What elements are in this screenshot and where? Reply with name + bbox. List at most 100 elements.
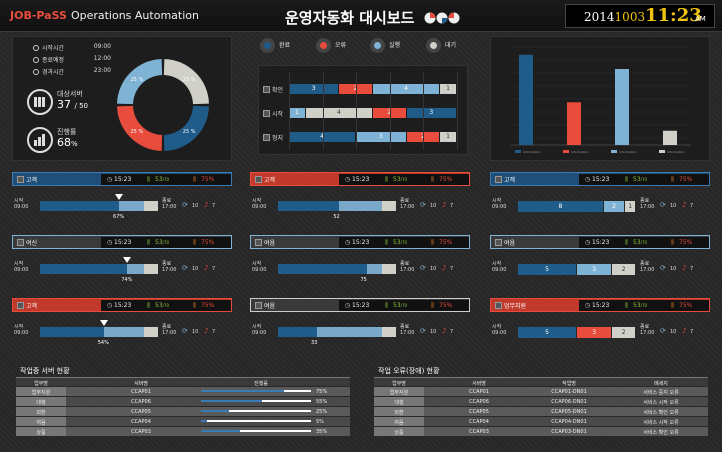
bar-chart-panel: Information Information Information Informa…: [490, 36, 710, 161]
table-row[interactable]: 상품 CCAP03 35%: [16, 427, 350, 436]
task-card[interactable]: 업무지원 ◷ 15:23 ⫼ 53/70 ⫼ 75% 시작 09:00 종료 17:00 5 3 2 ⟳ 10…: [490, 298, 710, 356]
card-percent: 75%: [679, 239, 693, 246]
card-stats: ◷ 15:23 ⫼ 53/70 ⫼ 75%: [101, 174, 231, 185]
progress-end: [381, 264, 396, 274]
progress-text: 35%: [316, 429, 328, 435]
info-row-elapsed: 경과시간 23:00: [33, 67, 111, 77]
table-row[interactable]: 외환 CCAP05 CCAP05-DN01 서비스 확인 오류: [374, 407, 708, 416]
stack-segment: 3: [289, 84, 339, 94]
progress-fill: [278, 201, 340, 211]
chart-icon: ⫼: [625, 176, 628, 183]
stack-row-name: 시작: [272, 111, 284, 118]
table-row[interactable]: 업무지원 CCAP01 CCAP01-DN01 서비스 중지 오류: [374, 387, 708, 396]
chart-icon: ⫼: [431, 176, 434, 183]
card-box-icon: [17, 239, 24, 246]
legend-icon: [426, 38, 441, 53]
column-header: 메세지: [654, 381, 668, 387]
card-box-icon: [495, 239, 502, 246]
clock-icon: ◷: [107, 302, 113, 309]
table-row[interactable]: 여음 CCAP04 CCAP04-DN01 서비스 시작 오류: [374, 417, 708, 426]
legend-item-0: 완료: [260, 38, 290, 53]
clock-icon: ◷: [345, 302, 351, 309]
table-row[interactable]: 외환 CCAP05 25%: [16, 407, 350, 416]
cell-d: 서비스 확인 오류: [643, 430, 679, 436]
progress-segment: 3: [577, 264, 612, 275]
end-time: 17:00: [640, 204, 655, 210]
row-box-icon: [263, 110, 270, 117]
ampm-label: AM: [695, 15, 706, 23]
cell-d: 서비스 확인 오류: [643, 410, 679, 416]
card-count-value: 53: [393, 176, 401, 183]
cell-task: 외환: [16, 407, 66, 416]
progress-segment: 2: [603, 201, 625, 212]
cell-task: 업무지원: [16, 387, 66, 396]
legend-label: 완료: [279, 42, 291, 49]
card-name: 여음: [504, 240, 516, 247]
card-header: 여음 ◷ 15:23 ⫼ 53/70 ⫼ 75%: [490, 235, 710, 249]
task-card[interactable]: 여신 ◷ 15:23 ⫼ 53/70 ⫼ 75% 시작 09:00 종료 17:00 74% ⟳ 10 ♪ 7: [12, 235, 232, 293]
card-name: 고객: [504, 177, 516, 184]
card-count-total: /70: [640, 303, 648, 308]
table-row[interactable]: 업무지원 CCAP01 75%: [16, 387, 350, 396]
table-header-row: 업무명 서버명 작업명 메세지: [374, 377, 708, 387]
date-display: 20141003: [584, 10, 646, 24]
table-row[interactable]: 상품 CCAP03 CCAP03-DN01 서비스 확인 오류: [374, 427, 708, 436]
grid-line: [356, 72, 358, 150]
running-servers-section: 작업중 서버 현황 업무명 서버명 진행률 업무지원 CCAP01 75% 대행 CCAP06…: [12, 364, 352, 448]
card-stats: ◷ 15:23 ⫼ 53/70 ⫼ 75%: [579, 174, 709, 185]
table-row[interactable]: 대행 CCAP06 55%: [16, 397, 350, 406]
chart-icon: ⫼: [385, 176, 388, 183]
task-card[interactable]: 고객 ◷ 15:23 ⫼ 53/70 ⫼ 75% 시작 09:00 종료 17:00 8 2 1 ⟳ 10 ♪ 7: [490, 172, 710, 230]
cell-server: CCAP05: [131, 409, 151, 415]
legend-swatch: [515, 150, 521, 153]
end-time: 17:00: [400, 204, 415, 210]
card-title: 고객: [17, 175, 37, 184]
clock-icon: ◷: [345, 176, 351, 183]
card-name: 여음: [264, 240, 276, 247]
card-count-value: 53: [393, 302, 401, 309]
column-header: 작업명: [562, 381, 576, 387]
cell-b: CCAP03: [469, 429, 489, 435]
chart-icon: ⫼: [431, 239, 434, 246]
table-row[interactable]: 대행 CCAP06 CCAP06-DN01 서비스 시작 오류: [374, 397, 708, 406]
progress-segment: 1: [625, 201, 635, 212]
task-card[interactable]: 고객 ◷ 15:23 ⫼ 53/70 ⫼ 75% 시작 09:00 종료 17:00 52 ⟳ 10 ♪ 7: [250, 172, 470, 230]
legend-item-3: 대기: [426, 38, 456, 53]
card-percent: 75%: [439, 176, 453, 183]
error-section: 작업 오류(장애) 현황 업무명 서버명 작업명 메세지 업무지원 CCAP01 CCAP0…: [370, 364, 710, 448]
card-name: 고객: [26, 177, 38, 184]
card-header: 고객 ◷ 15:23 ⫼ 53/70 ⫼ 75%: [12, 298, 232, 312]
bell-icon: ♪: [682, 264, 687, 272]
progress-text: 55%: [316, 399, 328, 405]
card-b-value: 7: [450, 266, 454, 272]
clock-icon: ◷: [345, 239, 351, 246]
bell-icon: ♪: [204, 327, 209, 335]
card-header: 여음 ◷ 15:23 ⫼ 53/70 ⫼ 75%: [250, 298, 470, 312]
card-count-total: /70: [162, 177, 170, 182]
card-title: 업무지원: [495, 301, 526, 310]
refresh-icon: ⟳: [420, 327, 426, 335]
card-percent: 75%: [679, 176, 693, 183]
chart-icon: ⫼: [147, 176, 150, 183]
bell-icon: ♪: [442, 264, 447, 272]
card-a-value: 10: [192, 329, 199, 335]
table-row[interactable]: 여음 CCAP04 5%: [16, 417, 350, 426]
task-card[interactable]: 고객 ◷ 15:23 ⫼ 53/70 ⫼ 75% 시작 09:00 종료 17:00 54% ⟳ 10 ♪ 7: [12, 298, 232, 356]
bell-icon: ♪: [682, 201, 687, 209]
task-card[interactable]: 여음 ◷ 15:23 ⫼ 53/70 ⫼ 75% 시작 09:00 종료 17:00 75 ⟳ 10 ♪ 7: [250, 235, 470, 293]
cell-b: CCAP01: [469, 389, 489, 395]
start-time: 09:00: [14, 330, 29, 336]
card-b-value: 7: [450, 203, 454, 209]
chart-icon: ⫼: [671, 302, 674, 309]
task-card[interactable]: 여음 ◷ 15:23 ⫼ 53/70 ⫼ 75% 시작 09:00 종료 17:00 5 3 2 ⟳ 10 ♪ 7: [490, 235, 710, 293]
column-header: 진행률: [254, 381, 268, 387]
cell-server: CCAP06: [131, 399, 151, 405]
progress-end: [381, 201, 396, 211]
task-card[interactable]: 여음 ◷ 15:23 ⫼ 53/70 ⫼ 75% 시작 09:00 종료 17:00 33 ⟳ 10 ♪ 7: [250, 298, 470, 356]
stack-row-label: 확인: [263, 85, 283, 94]
legend-swatch: [374, 42, 381, 49]
header-bar: JOB-PaSS Operations Automation 운영자동화 대시보드…: [0, 0, 722, 32]
progress-fill: [278, 264, 367, 274]
card-b-value: 7: [450, 329, 454, 335]
task-card[interactable]: 고객 ◷ 15:23 ⫼ 53/70 ⫼ 75% 시작 09:00 종료 17:00 67% ⟳ 10 ♪ 7: [12, 172, 232, 230]
